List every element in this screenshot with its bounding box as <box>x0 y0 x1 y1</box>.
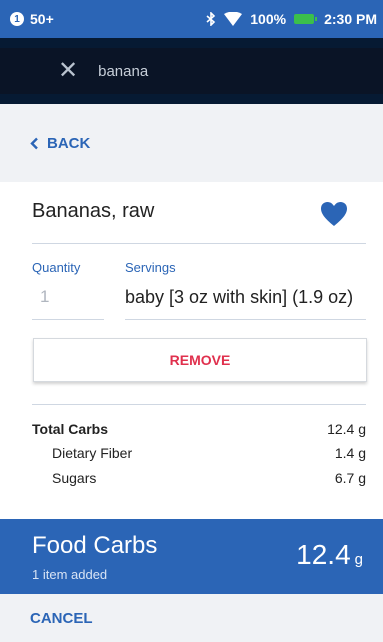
servings-underline <box>125 319 366 320</box>
nutrition-value: 6.7 g <box>334 470 366 486</box>
back-button[interactable]: BACK <box>30 135 90 152</box>
totals-subtitle: 1 item added <box>32 567 108 582</box>
nutrition-value: 12.4 g <box>327 421 366 437</box>
food-name: Bananas, raw <box>32 200 155 222</box>
battery-percent: 100% <box>250 11 287 27</box>
nutrition-row-dietary-fiber: Dietary Fiber 1.4 g <box>32 445 366 461</box>
nutrition-value: 1.4 g <box>334 445 366 461</box>
servings-label: Servings <box>125 260 176 275</box>
close-icon[interactable]: ✕ <box>58 59 78 83</box>
wifi-icon <box>224 12 243 26</box>
status-bar: 1 50+ 100% 2:30 PM <box>0 0 383 38</box>
status-time: 2:30 PM <box>324 11 377 27</box>
nutrition-label: Total Carbs <box>32 421 108 437</box>
food-carbs-summary: Food Carbs 1 item added 12.4 g <box>0 519 383 594</box>
divider <box>32 243 366 244</box>
search-bar: ✕ banana <box>0 38 383 104</box>
back-label: BACK <box>47 134 91 152</box>
back-bar: BACK <box>0 104 383 182</box>
bluetooth-icon <box>206 12 216 26</box>
quantity-underline <box>32 319 104 320</box>
remove-button[interactable]: REMOVE <box>33 338 367 382</box>
food-detail-card: Bananas, raw Quantity Servings 1 baby [3… <box>0 182 383 519</box>
quantity-label: Quantity <box>32 260 81 275</box>
chevron-left-icon <box>30 137 38 149</box>
battery-icon <box>294 14 318 24</box>
totals-value: 12.4 g <box>296 539 363 571</box>
nutrition-label: Sugars <box>52 470 97 486</box>
nutrition-label: Dietary Fiber <box>52 445 133 461</box>
search-query[interactable]: banana <box>98 63 148 80</box>
cancel-button[interactable]: CANCEL <box>30 610 93 627</box>
nutrition-row-sugars: Sugars 6.7 g <box>32 470 366 486</box>
totals-unit: g <box>354 551 363 568</box>
status-left: 1 50+ <box>0 11 54 27</box>
totals-number: 12.4 <box>296 539 351 570</box>
servings-field[interactable]: baby [3 oz with skin] (1.9 oz) <box>125 287 353 308</box>
notification-count: 50+ <box>30 11 54 27</box>
heart-icon[interactable] <box>320 201 348 227</box>
status-right: 100% 2:30 PM <box>206 11 383 27</box>
nutrition-row-total-carbs: Total Carbs 12.4 g <box>32 421 366 437</box>
divider <box>32 404 366 405</box>
footer-bar: CANCEL <box>0 594 383 642</box>
search-input[interactable]: ✕ banana <box>0 48 383 94</box>
quantity-field[interactable]: 1 <box>40 287 49 307</box>
notification-badge-icon: 1 <box>10 12 24 26</box>
totals-title: Food Carbs <box>32 532 158 559</box>
